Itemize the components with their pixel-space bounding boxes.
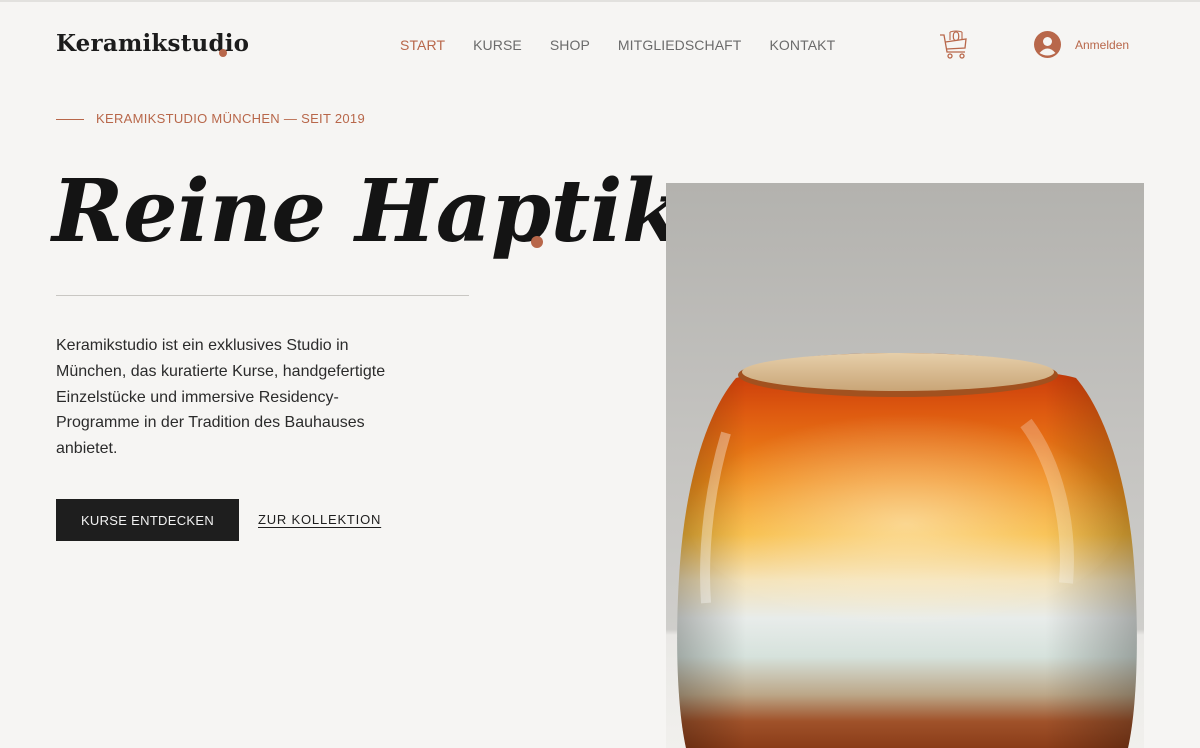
page: Keramikstudio START KURSE SHOP MITGLIEDS… (0, 0, 1200, 748)
main-nav: START KURSE SHOP MITGLIEDSCHAFT KONTAKT (400, 37, 863, 53)
user-avatar-icon (1034, 31, 1061, 58)
explore-courses-button[interactable]: KURSE ENTDECKEN (56, 499, 239, 541)
logo-accent-dot (219, 49, 227, 57)
nav-item-kontakt[interactable]: KONTAKT (769, 37, 835, 53)
hero-divider (56, 295, 469, 296)
hero-description: Keramikstudio ist ein exklusives Studio … (56, 337, 386, 458)
top-border (0, 0, 1200, 2)
login-label: Anmelden (1075, 37, 1130, 52)
nav-item-shop[interactable]: SHOP (550, 37, 590, 53)
eyebrow-text: KERAMIKSTUDIO MÜNCHEN — SEIT 2019 (96, 111, 365, 126)
hero-headline: Reine Haptik (52, 161, 682, 262)
cart-count-badge: 0 (952, 28, 960, 44)
collection-link[interactable]: ZUR KOLLEKTION (258, 512, 381, 527)
login-button[interactable]: Anmelden (1034, 31, 1129, 58)
eyebrow-rule (56, 119, 84, 120)
nav-item-mitgliedschaft[interactable]: MITGLIEDSCHAFT (618, 37, 742, 53)
headline-accent-dot (531, 236, 543, 248)
nav-item-kurse[interactable]: KURSE (473, 37, 522, 53)
nav-item-start[interactable]: START (400, 37, 445, 53)
ceramic-vessel-image (666, 183, 1144, 748)
